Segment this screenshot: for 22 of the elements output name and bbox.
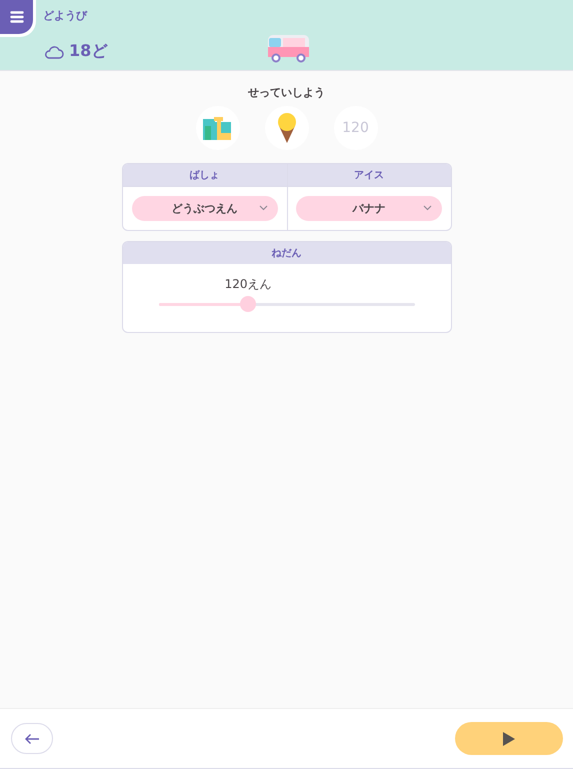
menu-button[interactable] xyxy=(0,0,33,34)
temperature: 18ど xyxy=(69,41,108,62)
price-reading: 120えん xyxy=(224,276,272,293)
back-button[interactable] xyxy=(11,723,53,754)
cloud-icon xyxy=(44,44,64,58)
slider-thumb[interactable] xyxy=(240,296,256,312)
play-icon xyxy=(502,730,516,746)
column-header: アイス xyxy=(288,164,450,187)
dropdown[interactable]: どうぶつえん xyxy=(132,196,278,221)
day-label: どようび xyxy=(43,8,87,23)
menu-icon xyxy=(10,11,24,23)
chevron-down-icon xyxy=(423,205,432,211)
price-summary: 120 xyxy=(342,120,369,136)
chevron-down-icon xyxy=(258,205,268,211)
play-button[interactable] xyxy=(455,722,563,755)
setup-title: せっていしよう xyxy=(248,85,325,100)
arrow-left-icon xyxy=(24,732,40,744)
column-header: ばしょ xyxy=(122,164,286,187)
dropdown[interactable]: バナナ xyxy=(296,196,442,221)
section-header: ねだん xyxy=(122,242,450,264)
truck-icon xyxy=(267,34,310,63)
ice-cream-icon xyxy=(276,112,298,144)
